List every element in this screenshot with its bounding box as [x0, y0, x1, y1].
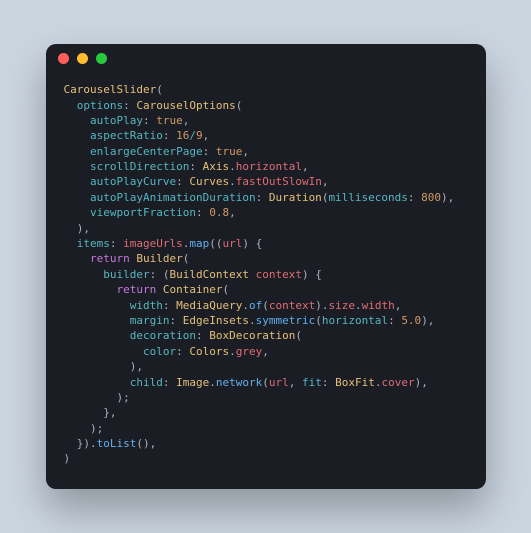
token-param: scrollDirection	[90, 160, 189, 173]
traffic-light-close-icon[interactable]	[58, 53, 69, 64]
token-class: Builder	[136, 252, 182, 265]
token-class: Axis	[203, 160, 230, 173]
token-keyword: return	[116, 283, 156, 296]
token-property: horizontal	[236, 160, 302, 173]
token-fn: map	[189, 237, 209, 250]
token-class: Image	[176, 376, 209, 389]
token-param: items	[77, 237, 110, 250]
token-class: MediaQuery	[176, 299, 242, 312]
token-class: Duration	[269, 191, 322, 204]
token-fn: toList	[97, 437, 137, 450]
token-param: color	[143, 345, 176, 358]
token-literal: 9	[196, 129, 203, 142]
token-param: autoPlayAnimationDuration	[90, 191, 256, 204]
token-ident: context	[269, 299, 315, 312]
token-literal: true	[216, 145, 243, 158]
token-property: size	[328, 299, 355, 312]
token-class: Container	[163, 283, 223, 296]
token-param: autoPlay	[90, 114, 143, 127]
token-keyword: return	[90, 252, 130, 265]
token-ident: url	[222, 237, 242, 250]
token-param: autoPlayCurve	[90, 175, 176, 188]
token-param: margin	[130, 314, 170, 327]
token-class: CarouselSlider	[64, 83, 157, 96]
token-class: Curves	[189, 175, 229, 188]
token-literal: 5.0	[401, 314, 421, 327]
token-fn: symmetric	[256, 314, 316, 327]
code-block: CarouselSlider( options: CarouselOptions…	[46, 72, 486, 489]
traffic-light-zoom-icon[interactable]	[96, 53, 107, 64]
token-literal: 16	[176, 129, 189, 142]
token-ident: imageUrls	[123, 237, 183, 250]
token-property: grey	[236, 345, 263, 358]
token-literal: true	[156, 114, 183, 127]
token-literal: 800	[421, 191, 441, 204]
token-class: BoxFit	[335, 376, 375, 389]
token-ident: context	[256, 268, 302, 281]
traffic-light-minimize-icon[interactable]	[77, 53, 88, 64]
token-param: viewportFraction	[90, 206, 196, 219]
token-class: CarouselOptions	[136, 99, 235, 112]
token-fn: of	[249, 299, 262, 312]
token-param: fit	[302, 376, 322, 389]
token-property: width	[362, 299, 395, 312]
token-property: fastOutSlowIn	[236, 175, 322, 188]
token-param: aspectRatio	[90, 129, 163, 142]
token-param: horizontal	[322, 314, 388, 327]
token-literal: 0.8	[209, 206, 229, 219]
token-ident: url	[269, 376, 289, 389]
token-param: width	[130, 299, 163, 312]
token-param: decoration	[130, 329, 196, 342]
window-titlebar	[46, 44, 486, 72]
token-param: builder	[103, 268, 149, 281]
token-param: options	[77, 99, 123, 112]
token-fn: network	[216, 376, 262, 389]
token-param: child	[130, 376, 163, 389]
token-class: Colors	[189, 345, 229, 358]
token-class: BoxDecoration	[209, 329, 295, 342]
token-class: EdgeInsets	[183, 314, 249, 327]
token-param: milliseconds	[328, 191, 407, 204]
token-class: BuildContext	[169, 268, 248, 281]
token-param: enlargeCenterPage	[90, 145, 203, 158]
token-property: cover	[381, 376, 414, 389]
code-window: CarouselSlider( options: CarouselOptions…	[46, 44, 486, 489]
